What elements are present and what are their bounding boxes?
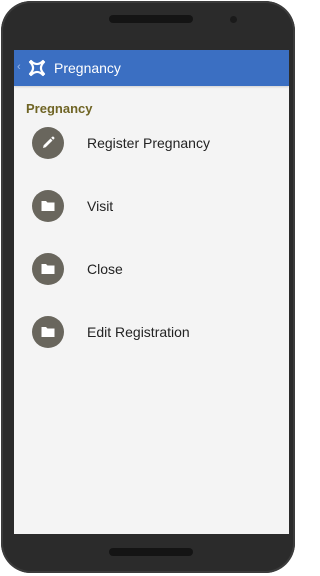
app-logo-icon[interactable] (28, 59, 46, 77)
app-bar: ‹ Pregnancy (14, 50, 289, 86)
menu-item-label: Register Pregnancy (87, 135, 210, 151)
folder-icon (32, 316, 64, 348)
pencil-icon (32, 127, 64, 159)
menu-item-visit[interactable]: Visit (30, 190, 270, 226)
menu-item-label: Close (87, 261, 123, 277)
menu-item-label: Visit (87, 198, 114, 214)
section-title: Pregnancy (26, 101, 93, 116)
menu-item-label: Edit Registration (87, 324, 190, 340)
phone-frame: ‹ Pregnancy Pregnancy Register Pregnancy (1, 1, 295, 573)
folder-icon (32, 253, 64, 285)
front-camera (230, 16, 237, 23)
back-icon[interactable]: ‹ (17, 60, 21, 74)
folder-icon (32, 190, 64, 222)
bottom-speaker (109, 548, 193, 556)
app-title: Pregnancy (54, 60, 121, 76)
menu-item-edit-registration[interactable]: Edit Registration (30, 316, 270, 352)
menu-item-close[interactable]: Close (30, 253, 270, 289)
app-screen: ‹ Pregnancy Pregnancy Register Pregnancy (14, 50, 289, 534)
menu-item-register-pregnancy[interactable]: Register Pregnancy (30, 127, 270, 163)
top-speaker (109, 15, 193, 23)
